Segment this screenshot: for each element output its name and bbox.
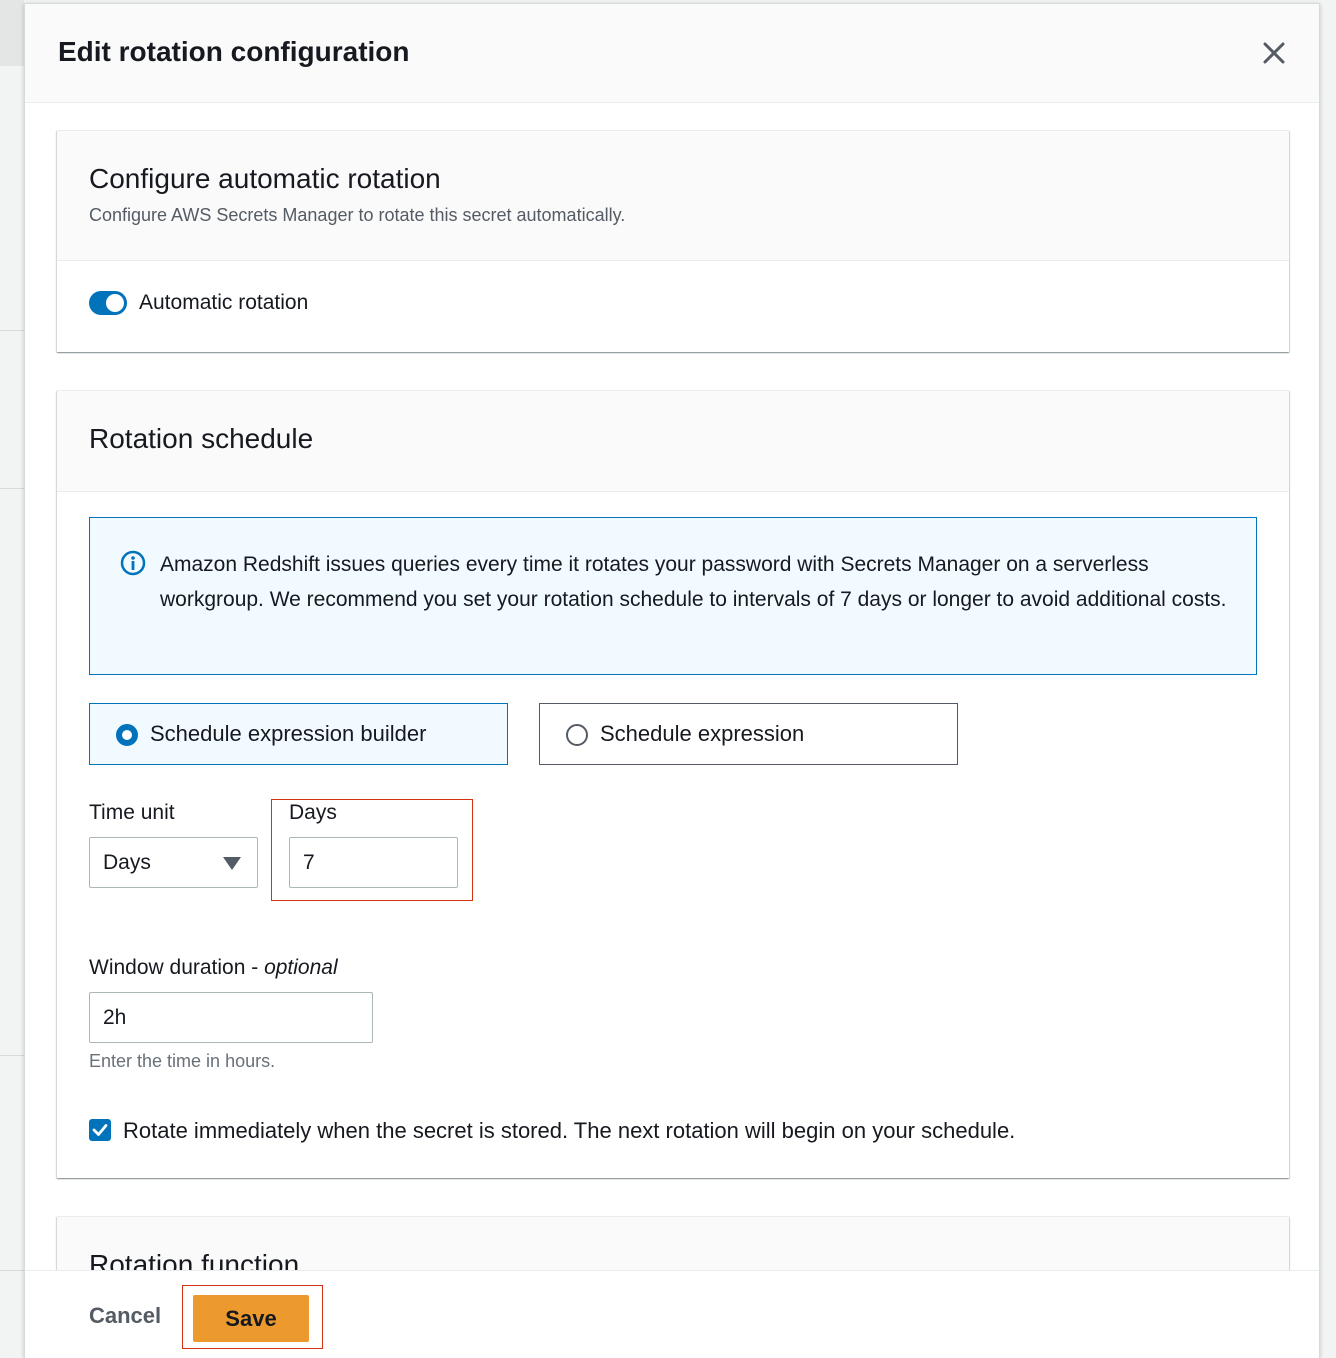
card-header: Configure automatic rotation Configure A… <box>57 131 1289 261</box>
window-duration-text: Window duration - <box>89 956 265 979</box>
toggle-knob <box>106 294 124 312</box>
rotation-schedule-title: Rotation schedule <box>89 423 314 454</box>
window-duration-input[interactable] <box>89 992 373 1043</box>
background-page-band <box>0 0 24 66</box>
window-duration-hint: Enter the time in hours. <box>89 1051 276 1071</box>
optional-text: optional <box>264 956 338 979</box>
days-input[interactable] <box>289 837 458 888</box>
save-button[interactable]: Save <box>193 1295 309 1342</box>
time-unit-label: Time unit <box>89 801 175 824</box>
schedule-expression-builder-option[interactable]: Schedule expression builder <box>89 703 508 765</box>
modal-header: Edit rotation configuration <box>25 4 1319 103</box>
caret-down-icon <box>223 857 241 870</box>
alert-text: Amazon Redshift issues queries every tim… <box>160 553 1227 611</box>
auto-rotation-description: Configure AWS Secrets Manager to rotate … <box>89 205 626 225</box>
checkmark-icon <box>92 1124 108 1136</box>
days-label: Days <box>289 801 337 824</box>
rotation-function-title: Rotation function <box>89 1249 300 1270</box>
option-label: Schedule expression <box>600 721 805 746</box>
edit-rotation-modal: Edit rotation configuration Configure au… <box>24 3 1320 1358</box>
card-header: Rotation schedule <box>57 391 1289 492</box>
automatic-rotation-toggle[interactable] <box>89 291 127 315</box>
modal-title: Edit rotation configuration <box>58 36 410 67</box>
auto-rotation-title: Configure automatic rotation <box>89 163 441 194</box>
time-unit-select[interactable]: Days <box>89 837 258 888</box>
background-divider <box>0 1270 24 1271</box>
time-unit-value: Days <box>103 851 151 874</box>
background-divider <box>0 1055 24 1056</box>
info-alert: Amazon Redshift issues queries every tim… <box>89 517 1257 675</box>
option-label: Schedule expression builder <box>150 721 427 746</box>
automatic-rotation-label: Automatic rotation <box>139 291 309 314</box>
cancel-button[interactable]: Cancel <box>89 1303 161 1329</box>
radio-unselected[interactable] <box>566 724 588 746</box>
background-divider <box>0 330 24 331</box>
rotation-function-card: Rotation function <box>57 1216 1289 1270</box>
schedule-expression-option[interactable]: Schedule expression <box>539 703 958 765</box>
auto-rotation-card: Configure automatic rotation Configure A… <box>57 130 1289 352</box>
rotate-immediately-label: Rotate immediately when the secret is st… <box>123 1118 1016 1143</box>
modal-body[interactable]: Configure automatic rotation Configure A… <box>25 104 1319 1270</box>
window-duration-label: Window duration - optional <box>89 956 338 980</box>
radio-selected[interactable] <box>116 724 138 746</box>
rotation-schedule-card: Rotation schedule Amazon Redshift issues… <box>57 390 1289 1178</box>
modal-footer: Cancel Save <box>25 1270 1319 1358</box>
rotate-immediately-checkbox[interactable] <box>89 1119 111 1141</box>
info-icon <box>120 550 146 576</box>
card-header: Rotation function <box>57 1217 1289 1270</box>
background-divider <box>0 488 24 489</box>
close-button[interactable] <box>1259 38 1289 68</box>
close-icon <box>1263 42 1285 64</box>
